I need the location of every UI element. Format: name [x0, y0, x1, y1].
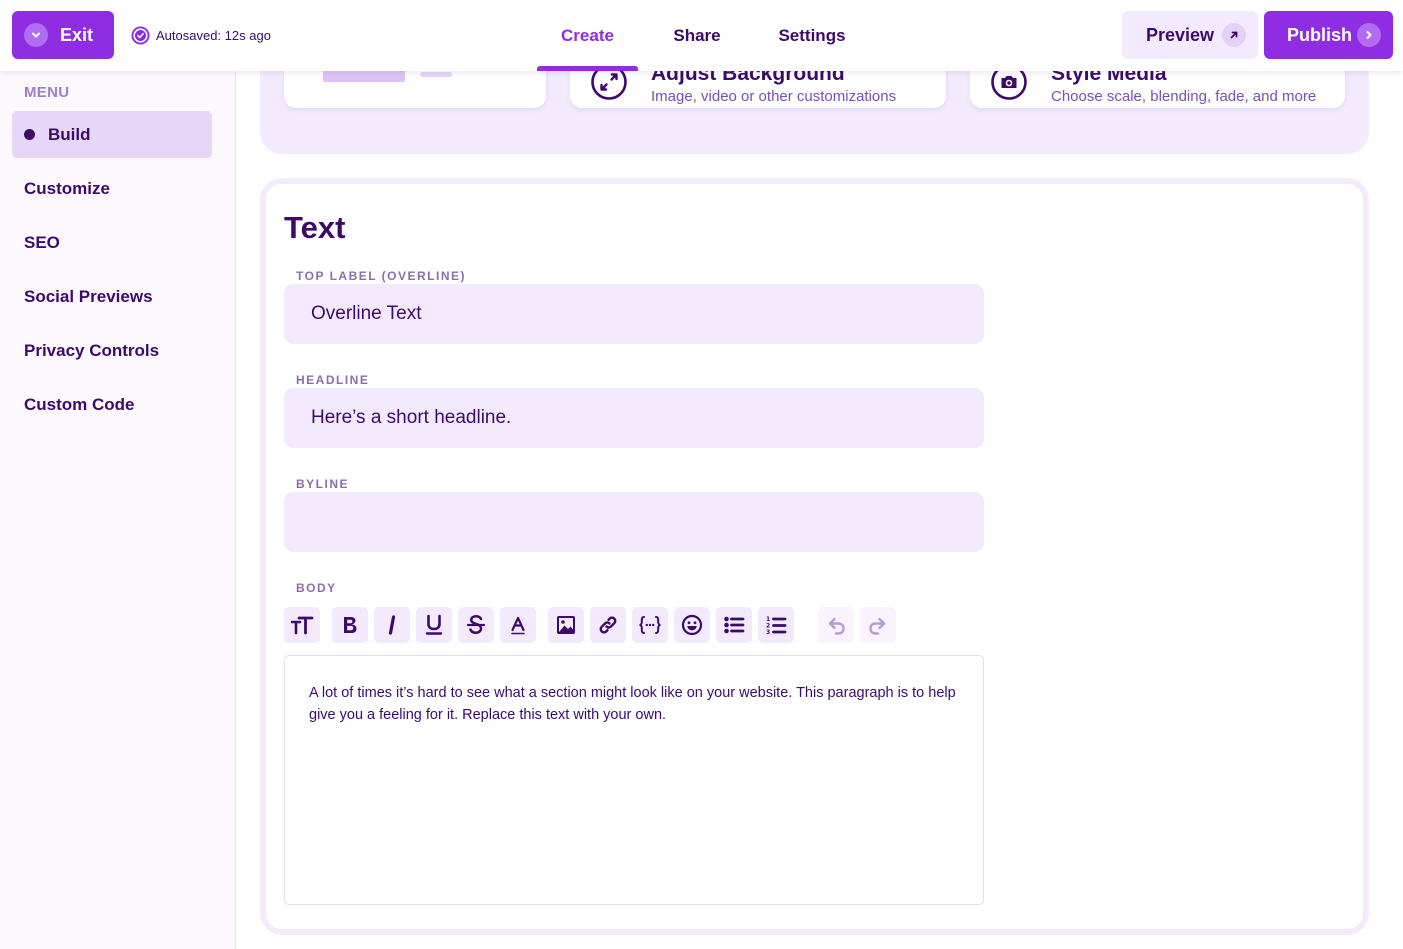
strikethrough-icon[interactable]: [458, 607, 494, 643]
italic-icon[interactable]: [374, 607, 410, 643]
font-color-icon[interactable]: [500, 607, 536, 643]
text-size-icon[interactable]: [284, 607, 320, 643]
style-media-card[interactable]: Style Media Choose scale, blending, fade…: [970, 71, 1345, 108]
sidebar-item-privacy-controls[interactable]: Privacy Controls: [12, 327, 212, 374]
svg-text:3: 3: [766, 629, 770, 636]
layout-card[interactable]: [284, 71, 546, 108]
chevron-right-icon: [1357, 23, 1381, 47]
bold-icon[interactable]: [332, 607, 368, 643]
publish-label: Publish: [1287, 24, 1353, 45]
undo-icon[interactable]: [818, 607, 854, 643]
redo-icon[interactable]: [860, 607, 896, 643]
publish-button[interactable]: Publish: [1264, 11, 1393, 59]
body-field-label: BODY: [296, 581, 337, 595]
variable-braces-icon[interactable]: [632, 607, 668, 643]
external-arrow-icon: [1222, 23, 1246, 47]
menu-heading: MENU: [24, 84, 70, 101]
sidebar-item-custom-code[interactable]: Custom Code: [12, 381, 212, 428]
text-section-panel: Text TOP LABEL (OVERLINE) Overline Text …: [260, 178, 1369, 935]
sidebar-item-build[interactable]: Build: [12, 111, 212, 158]
card-title: Adjust Background: [651, 71, 845, 85]
bullet-list-icon[interactable]: [716, 607, 752, 643]
check-circle-icon: [131, 25, 150, 45]
autosave-status: Autosaved: 12s ago: [131, 25, 271, 45]
tab-share[interactable]: Share: [638, 0, 756, 71]
emoji-icon[interactable]: [674, 607, 710, 643]
byline-input[interactable]: [284, 492, 984, 552]
overline-field-label: TOP LABEL (OVERLINE): [296, 269, 467, 283]
image-icon[interactable]: [548, 607, 584, 643]
exit-label: Exit: [60, 24, 94, 45]
main-nav-tabs: Create Share Settings: [537, 0, 868, 71]
main-content: Adjust Background Image, video or other …: [237, 71, 1403, 949]
card-subtitle: Choose scale, blending, fade, and more: [1051, 88, 1317, 105]
headline-input[interactable]: Here’s a short headline.: [284, 388, 984, 448]
sidebar-item-label: SEO: [24, 232, 60, 252]
body-format-toolbar: 123: [284, 607, 904, 643]
camera-icon: [991, 71, 1027, 100]
sidebar-item-label: Privacy Controls: [24, 340, 160, 360]
layout-preview-icon: [323, 71, 452, 82]
tab-create[interactable]: Create: [537, 0, 638, 71]
sidebar-item-label: Custom Code: [24, 394, 135, 414]
underline-icon[interactable]: [416, 607, 452, 643]
chevron-down-icon: [24, 23, 48, 47]
card-subtitle: Image, video or other customizations: [651, 88, 897, 105]
link-icon[interactable]: [590, 607, 626, 643]
section-title: Text: [284, 210, 346, 245]
headline-field-label: HEADLINE: [296, 373, 370, 387]
overline-input[interactable]: Overline Text: [284, 284, 984, 344]
sidebar-item-label: Build: [48, 124, 91, 144]
autosave-text: Autosaved: 12s ago: [156, 27, 271, 43]
preview-button[interactable]: Preview: [1122, 11, 1258, 59]
body-text-editor[interactable]: A lot of times it’s hard to see what a s…: [284, 655, 984, 905]
exit-button[interactable]: Exit: [12, 11, 114, 59]
section-options-panel: Adjust Background Image, video or other …: [260, 71, 1369, 154]
sidebar: MENU Build Customize SEO Social Previews…: [0, 71, 236, 949]
card-title: Style Media: [1051, 71, 1167, 85]
preview-label: Preview: [1146, 24, 1215, 45]
sidebar-item-label: Social Previews: [24, 286, 153, 306]
numbered-list-icon[interactable]: 123: [758, 607, 794, 643]
byline-field-label: BYLINE: [296, 477, 350, 491]
active-dot-icon: [24, 129, 35, 140]
sidebar-item-customize[interactable]: Customize: [12, 165, 212, 212]
expand-arrows-icon: [591, 71, 627, 100]
sidebar-item-label: Customize: [24, 178, 110, 198]
sidebar-item-seo[interactable]: SEO: [12, 219, 212, 266]
sidebar-item-social-previews[interactable]: Social Previews: [12, 273, 212, 320]
adjust-background-card[interactable]: Adjust Background Image, video or other …: [570, 71, 946, 108]
tab-settings[interactable]: Settings: [756, 0, 868, 71]
top-bar: Exit Autosaved: 12s ago Create Share Set…: [0, 0, 1403, 71]
